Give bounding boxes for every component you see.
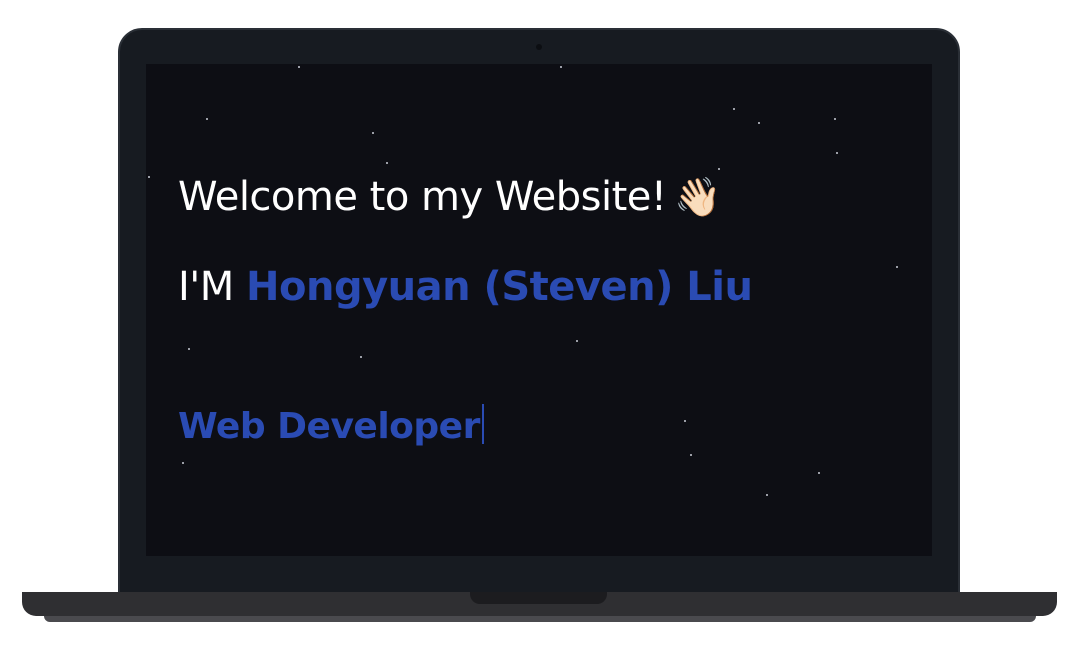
- star: [690, 454, 692, 456]
- star: [718, 168, 720, 170]
- star: [560, 66, 562, 68]
- star: [188, 348, 190, 350]
- star: [834, 118, 836, 120]
- welcome-heading: Welcome to my Website! 👋🏻: [178, 174, 722, 220]
- star: [148, 176, 150, 178]
- star: [386, 162, 388, 164]
- star: [836, 152, 838, 154]
- star: [733, 108, 735, 110]
- waving-hand-icon: 👋🏻: [674, 175, 722, 219]
- role-text: Web Developer: [178, 406, 480, 447]
- laptop-mockup: Welcome to my Website! 👋🏻 I'M Hongyuan (S…: [0, 0, 1080, 663]
- typewriter-role: Web Developer: [178, 404, 484, 447]
- star: [206, 118, 208, 120]
- laptop-base-shadow: [44, 616, 1036, 622]
- star: [818, 472, 820, 474]
- intro-prefix: I'M: [178, 264, 234, 310]
- owner-name: Hongyuan (Steven) Liu: [246, 264, 753, 310]
- star: [372, 132, 374, 134]
- star: [758, 122, 760, 124]
- star: [360, 356, 362, 358]
- laptop-base-notch: [470, 592, 607, 604]
- typing-cursor: [481, 404, 484, 444]
- welcome-text: Welcome to my Website!: [178, 174, 667, 220]
- star: [298, 66, 300, 68]
- star: [576, 340, 578, 342]
- laptop-screen: Welcome to my Website! 👋🏻 I'M Hongyuan (S…: [146, 64, 932, 556]
- intro-heading: I'M Hongyuan (Steven) Liu: [178, 264, 753, 310]
- star: [896, 266, 898, 268]
- star: [684, 420, 686, 422]
- camera-dot: [536, 44, 542, 50]
- star: [182, 462, 184, 464]
- star: [766, 494, 768, 496]
